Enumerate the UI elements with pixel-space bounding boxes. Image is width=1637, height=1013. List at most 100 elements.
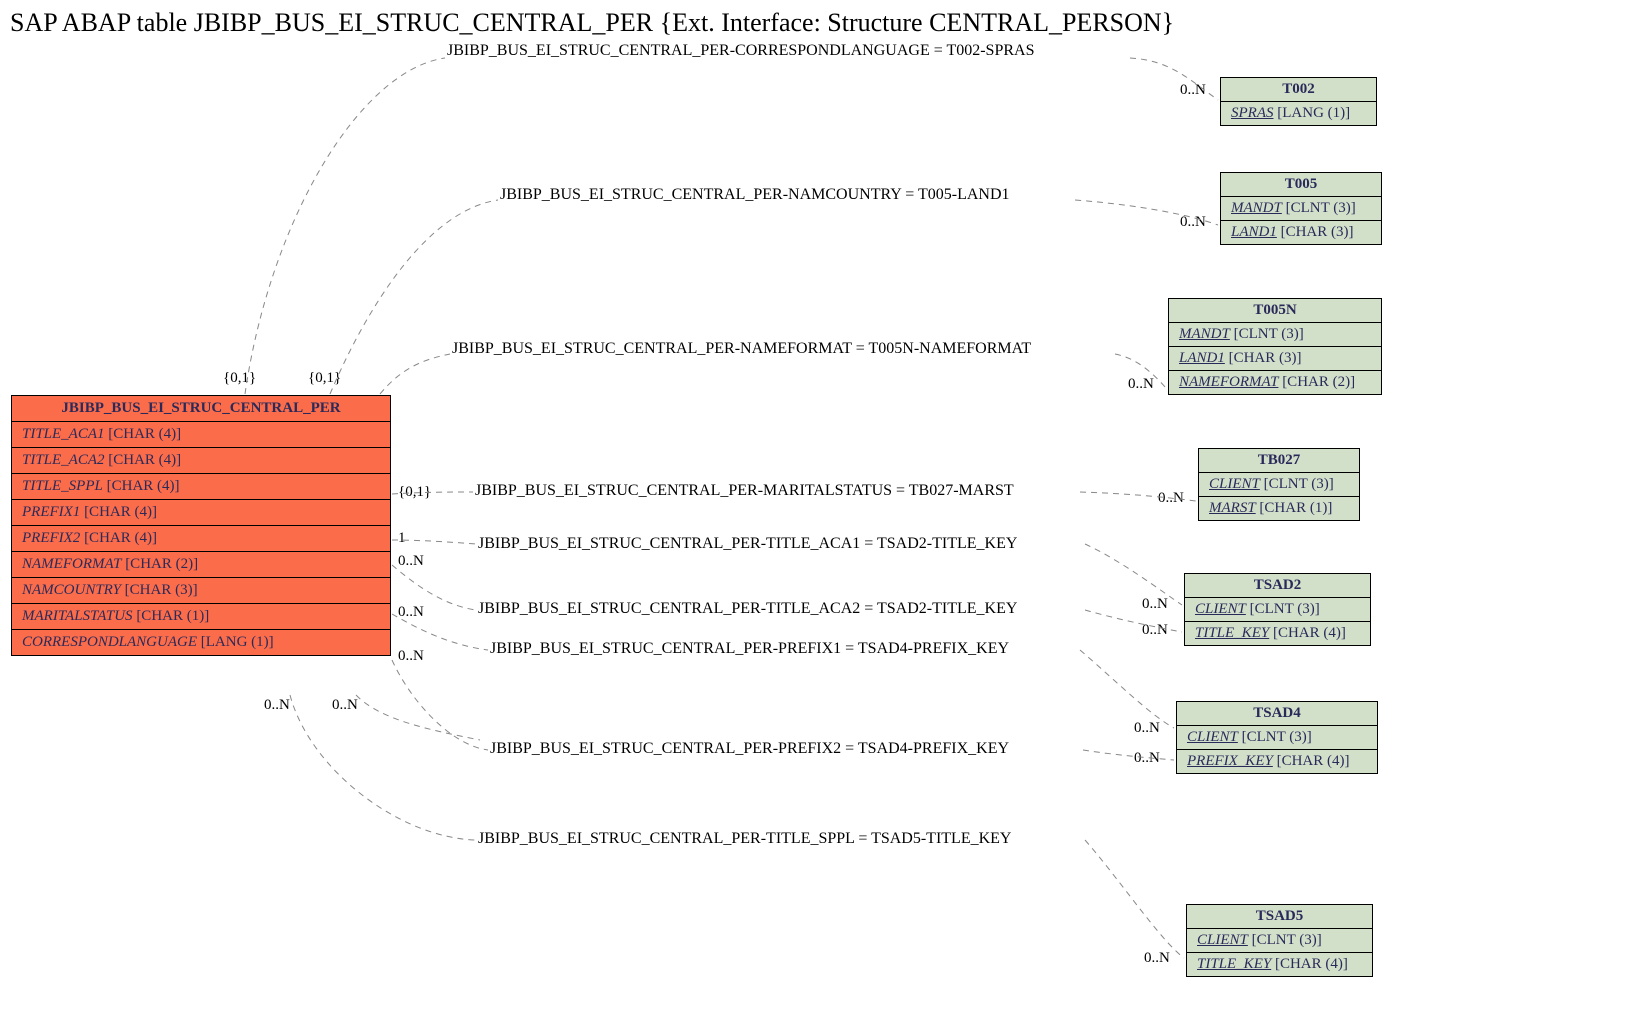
- field-name: CLIENT: [1195, 601, 1246, 617]
- field-name: PREFIX_KEY: [1187, 753, 1273, 769]
- field-type: [CHAR (4)]: [84, 504, 157, 520]
- field-type: [CHAR (4)]: [84, 530, 157, 546]
- cardinality-label: {0,1}: [308, 370, 341, 387]
- field-name: TITLE_SPPL: [22, 478, 103, 494]
- ref-table-name: T002: [1221, 78, 1376, 102]
- field-type: [CHAR (4)]: [1277, 753, 1350, 769]
- field-name: MANDT: [1231, 200, 1282, 216]
- main-field-row: NAMCOUNTRY [CHAR (3)]: [12, 578, 390, 604]
- ref-field-row: LAND1 [CHAR (3)]: [1169, 347, 1381, 371]
- field-name: MANDT: [1179, 326, 1230, 342]
- relationship-label: JBIBP_BUS_EI_STRUC_CENTRAL_PER-CORRESPON…: [447, 42, 1034, 60]
- relationship-label: JBIBP_BUS_EI_STRUC_CENTRAL_PER-NAMCOUNTR…: [500, 186, 1010, 204]
- cardinality-label: 0..N: [398, 604, 424, 621]
- relationship-label: JBIBP_BUS_EI_STRUC_CENTRAL_PER-PREFIX2 =…: [490, 740, 1009, 758]
- field-name: NAMCOUNTRY: [22, 582, 121, 598]
- field-name: CLIENT: [1209, 476, 1260, 492]
- main-field-row: TITLE_ACA2 [CHAR (4)]: [12, 448, 390, 474]
- ref-table-name: TSAD2: [1185, 574, 1370, 598]
- field-type: [CHAR (1)]: [136, 608, 209, 624]
- relationship-label: JBIBP_BUS_EI_STRUC_CENTRAL_PER-TITLE_ACA…: [478, 535, 1017, 553]
- cardinality-label: 0..N: [1134, 720, 1160, 737]
- cardinality-label: 0..N: [1134, 750, 1160, 767]
- field-name: NAMEFORMAT: [22, 556, 121, 572]
- ref-table-name: T005: [1221, 173, 1381, 197]
- cardinality-label: {0,1}: [398, 484, 431, 501]
- field-name: NAMEFORMAT: [1179, 374, 1278, 390]
- cardinality-label: 0..N: [1144, 950, 1170, 967]
- main-field-row: NAMEFORMAT [CHAR (2)]: [12, 552, 390, 578]
- field-name: MARST: [1209, 500, 1256, 516]
- field-type: [CHAR (3)]: [125, 582, 198, 598]
- ref-field-row: CLIENT [CLNT (3)]: [1199, 473, 1359, 497]
- cardinality-label: 1: [398, 530, 406, 547]
- ref-field-row: CLIENT [CLNT (3)]: [1177, 726, 1377, 750]
- field-type: [CHAR (4)]: [108, 452, 181, 468]
- field-type: [CHAR (1)]: [1259, 500, 1332, 516]
- main-field-row: PREFIX1 [CHAR (4)]: [12, 500, 390, 526]
- field-name: TITLE_KEY: [1197, 956, 1271, 972]
- ref-table-tsad2: TSAD2 CLIENT [CLNT (3)] TITLE_KEY [CHAR …: [1184, 573, 1371, 646]
- field-name: LAND1: [1179, 350, 1225, 366]
- ref-table-tb027: TB027 CLIENT [CLNT (3)] MARST [CHAR (1)]: [1198, 448, 1360, 521]
- ref-field-row: MANDT [CLNT (3)]: [1169, 323, 1381, 347]
- ref-table-name: TSAD5: [1187, 905, 1372, 929]
- relationship-label: JBIBP_BUS_EI_STRUC_CENTRAL_PER-NAMEFORMA…: [452, 340, 1031, 358]
- ref-field-row: CLIENT [CLNT (3)]: [1185, 598, 1370, 622]
- cardinality-label: 0..N: [1158, 490, 1184, 507]
- field-type: [CLNT (3)]: [1250, 601, 1320, 617]
- field-type: [CLNT (3)]: [1234, 326, 1304, 342]
- ref-field-row: MANDT [CLNT (3)]: [1221, 197, 1381, 221]
- ref-table-t005n: T005N MANDT [CLNT (3)] LAND1 [CHAR (3)] …: [1168, 298, 1382, 395]
- field-name: MARITALSTATUS: [22, 608, 133, 624]
- relationship-label: JBIBP_BUS_EI_STRUC_CENTRAL_PER-PREFIX1 =…: [490, 640, 1009, 658]
- field-name: PREFIX2: [22, 530, 80, 546]
- ref-table-name: T005N: [1169, 299, 1381, 323]
- main-field-row: CORRESPONDLANGUAGE [LANG (1)]: [12, 630, 390, 655]
- ref-table-name: TSAD4: [1177, 702, 1377, 726]
- field-name: SPRAS: [1231, 105, 1274, 121]
- field-name: TITLE_ACA2: [22, 452, 105, 468]
- field-type: [LANG (1)]: [201, 634, 274, 650]
- field-type: [CHAR (4)]: [107, 478, 180, 494]
- field-name: CLIENT: [1187, 729, 1238, 745]
- ref-field-row: LAND1 [CHAR (3)]: [1221, 221, 1381, 244]
- ref-field-row: MARST [CHAR (1)]: [1199, 497, 1359, 520]
- ref-field-row: CLIENT [CLNT (3)]: [1187, 929, 1372, 953]
- ref-field-row: SPRAS [LANG (1)]: [1221, 102, 1376, 125]
- field-name: CORRESPONDLANGUAGE: [22, 634, 197, 650]
- main-field-row: PREFIX2 [CHAR (4)]: [12, 526, 390, 552]
- ref-table-tsad5: TSAD5 CLIENT [CLNT (3)] TITLE_KEY [CHAR …: [1186, 904, 1373, 977]
- cardinality-label: 0..N: [1180, 214, 1206, 231]
- field-type: [CHAR (2)]: [125, 556, 198, 572]
- field-type: [CHAR (3)]: [1281, 224, 1354, 240]
- main-entity-name: JBIBP_BUS_EI_STRUC_CENTRAL_PER: [12, 396, 390, 422]
- relationship-label: JBIBP_BUS_EI_STRUC_CENTRAL_PER-TITLE_SPP…: [478, 830, 1011, 848]
- cardinality-label: 0..N: [332, 697, 358, 714]
- cardinality-label: 0..N: [1128, 376, 1154, 393]
- ref-table-t005: T005 MANDT [CLNT (3)] LAND1 [CHAR (3)]: [1220, 172, 1382, 245]
- field-name: TITLE_KEY: [1195, 625, 1269, 641]
- ref-table-tsad4: TSAD4 CLIENT [CLNT (3)] PREFIX_KEY [CHAR…: [1176, 701, 1378, 774]
- relationship-label: JBIBP_BUS_EI_STRUC_CENTRAL_PER-TITLE_ACA…: [478, 600, 1017, 618]
- cardinality-label: {0,1}: [223, 370, 256, 387]
- field-type: [CLNT (3)]: [1286, 200, 1356, 216]
- field-type: [CHAR (3)]: [1229, 350, 1302, 366]
- cardinality-label: 0..N: [398, 648, 424, 665]
- field-type: [CLNT (3)]: [1264, 476, 1334, 492]
- field-type: [CLNT (3)]: [1252, 932, 1322, 948]
- ref-table-t002: T002 SPRAS [LANG (1)]: [1220, 77, 1377, 126]
- field-type: [CHAR (4)]: [1275, 956, 1348, 972]
- field-type: [LANG (1)]: [1277, 105, 1350, 121]
- ref-field-row: TITLE_KEY [CHAR (4)]: [1187, 953, 1372, 976]
- main-field-row: TITLE_ACA1 [CHAR (4)]: [12, 422, 390, 448]
- relationship-label: JBIBP_BUS_EI_STRUC_CENTRAL_PER-MARITALST…: [475, 482, 1014, 500]
- field-name: CLIENT: [1197, 932, 1248, 948]
- field-name: LAND1: [1231, 224, 1277, 240]
- cardinality-label: 0..N: [264, 697, 290, 714]
- page-title: SAP ABAP table JBIBP_BUS_EI_STRUC_CENTRA…: [10, 8, 1174, 38]
- main-field-row: MARITALSTATUS [CHAR (1)]: [12, 604, 390, 630]
- cardinality-label: 0..N: [1142, 622, 1168, 639]
- field-name: PREFIX1: [22, 504, 80, 520]
- main-field-row: TITLE_SPPL [CHAR (4)]: [12, 474, 390, 500]
